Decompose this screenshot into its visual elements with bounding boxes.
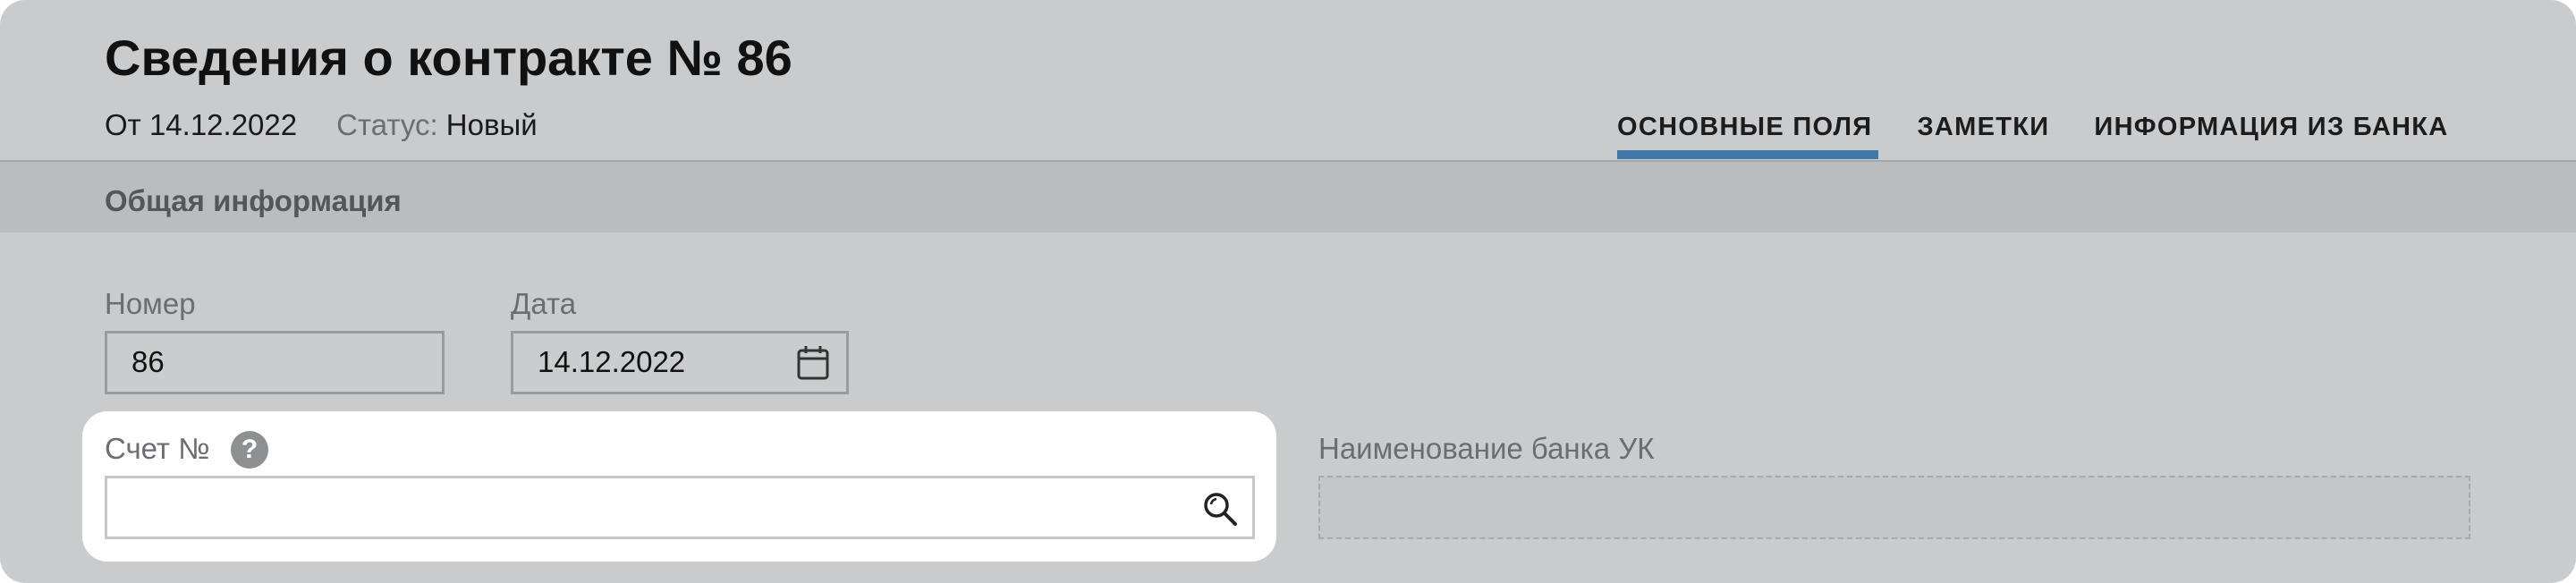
tab-bank-info[interactable]: ИНФОРМАЦИЯ ИЗ БАНКА <box>2094 111 2448 143</box>
section-title: Общая информация <box>105 184 402 217</box>
status-label: Статус: <box>336 108 438 141</box>
tab-bar: ОСНОВНЫЕ ПОЛЯ ЗАМЕТКИ ИНФОРМАЦИЯ ИЗ БАНК… <box>1617 111 2449 143</box>
date-value: 14.12.2022 <box>538 345 686 378</box>
account-input[interactable] <box>105 476 1255 539</box>
account-label: Счет № <box>105 432 210 465</box>
number-label: Номер <box>105 287 196 320</box>
page-title: Сведения о контракте № 86 <box>105 30 792 86</box>
bank-name-label: Наименование банка УК <box>1318 432 1655 465</box>
contract-details-panel: Сведения о контракте № 86 От 14.12.2022 С… <box>0 0 2576 583</box>
status-value: Новый <box>445 108 538 141</box>
contract-date: От 14.12.2022 <box>105 108 298 141</box>
tab-main-fields[interactable]: ОСНОВНЫЕ ПОЛЯ <box>1617 111 1872 143</box>
search-icon[interactable] <box>1201 490 1239 528</box>
date-label: Дата <box>511 287 577 320</box>
number-field[interactable]: 86 <box>105 331 445 394</box>
bank-name-field <box>1318 476 2470 539</box>
active-tab-indicator <box>1617 150 1878 159</box>
calendar-icon[interactable] <box>796 345 830 381</box>
contract-meta: От 14.12.2022 Статус: Новый <box>105 107 538 143</box>
tab-notes[interactable]: ЗАМЕТКИ <box>1917 111 2049 143</box>
help-icon[interactable]: ? <box>231 431 268 469</box>
